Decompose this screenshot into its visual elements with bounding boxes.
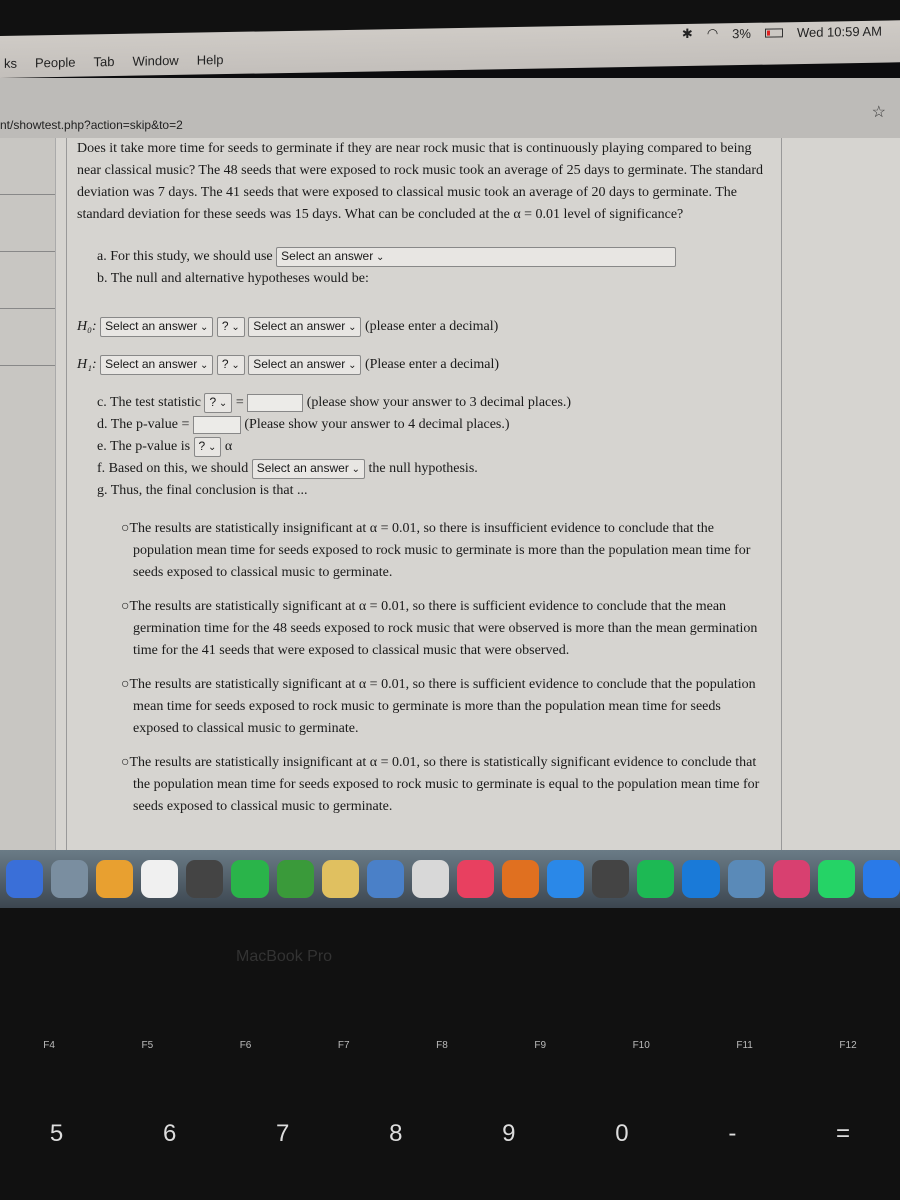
study-type-select[interactable]: Select an answer bbox=[276, 246, 677, 267]
h0-param-select[interactable]: Select an answer bbox=[100, 316, 214, 337]
h1-label: H₁: bbox=[77, 357, 97, 372]
option-text: The results are statistically insignific… bbox=[129, 755, 760, 814]
h0-value-select[interactable]: Select an answer bbox=[248, 316, 362, 337]
menu-people[interactable]: People bbox=[35, 55, 75, 71]
question-sidebar bbox=[0, 138, 56, 850]
part-e-label: e. The p-value is bbox=[97, 439, 191, 454]
h0-label: H₀: bbox=[77, 319, 97, 334]
equals-sign: = bbox=[235, 395, 244, 410]
bluetooth-icon[interactable]: ✱ bbox=[682, 26, 693, 42]
keyboard-key: F11 bbox=[736, 1040, 753, 1051]
keyboard-key: F6 bbox=[239, 1040, 252, 1051]
keyboard-key: - bbox=[728, 1120, 737, 1147]
dock-app-icon[interactable] bbox=[186, 860, 224, 898]
laptop-brand: MacBook Pro bbox=[236, 948, 333, 965]
keyboard-key: 6 bbox=[162, 1120, 177, 1147]
menu-help[interactable]: Help bbox=[197, 52, 224, 67]
wifi-icon[interactable]: ◠ bbox=[707, 25, 718, 41]
keyboard-key: 9 bbox=[502, 1120, 516, 1147]
dock-app-icon[interactable] bbox=[727, 860, 765, 898]
dock-app-icon[interactable] bbox=[6, 860, 44, 898]
p-value-input[interactable] bbox=[192, 415, 241, 434]
h1-param-select[interactable]: Select an answer bbox=[100, 354, 214, 375]
conclusion-option[interactable]: ○The results are statistically insignifi… bbox=[77, 752, 771, 818]
decision-select[interactable]: Select an answer bbox=[251, 458, 365, 479]
conclusion-option[interactable]: ○The results are statistically significa… bbox=[77, 596, 771, 662]
h1-operator-select[interactable]: ? bbox=[216, 354, 245, 375]
dock bbox=[0, 850, 900, 908]
keyboard-key: F9 bbox=[534, 1040, 547, 1051]
h1-value-select[interactable]: Select an answer bbox=[248, 354, 362, 375]
h0-note: (please enter a decimal) bbox=[364, 319, 499, 334]
keyboard-key: 5 bbox=[49, 1120, 64, 1147]
part-d-label: d. The p-value = bbox=[97, 417, 190, 432]
dock-app-icon[interactable] bbox=[547, 860, 585, 898]
number-keys: 5 6 7 8 9 0 - = bbox=[0, 1120, 900, 1148]
dock-app-icon[interactable] bbox=[862, 860, 900, 898]
part-f-label: f. Based on this, we should bbox=[97, 461, 249, 476]
dock-app-icon[interactable] bbox=[411, 860, 449, 898]
page: Does it take more time for seeds to germ… bbox=[0, 138, 900, 850]
test-statistic-input[interactable] bbox=[247, 393, 304, 412]
keyboard-key: F12 bbox=[839, 1040, 857, 1051]
keyboard-key: = bbox=[836, 1120, 851, 1147]
keyboard-key: F4 bbox=[43, 1040, 55, 1051]
part-d-note: (Please show your answer to 4 decimal pl… bbox=[244, 417, 510, 432]
keyboard-key: F8 bbox=[436, 1040, 448, 1051]
dock-app-icon[interactable] bbox=[637, 860, 675, 898]
menu-window[interactable]: Window bbox=[132, 53, 178, 69]
keyboard-key: 0 bbox=[615, 1120, 629, 1147]
dock-app-icon[interactable] bbox=[276, 860, 314, 898]
conclusion-option[interactable]: ○The results are statistically significa… bbox=[77, 674, 771, 740]
part-b-label: b. The null and alternative hypotheses w… bbox=[97, 271, 369, 286]
option-text: The results are statistically insignific… bbox=[129, 521, 751, 580]
part-c-label: c. The test statistic bbox=[97, 395, 201, 410]
question-panel: Does it take more time for seeds to germ… bbox=[66, 138, 782, 850]
keyboard-key: F5 bbox=[141, 1040, 154, 1051]
option-text: The results are statistically significan… bbox=[129, 677, 756, 736]
conclusion-option[interactable]: ○The results are statistically insignifi… bbox=[77, 518, 771, 584]
dock-app-icon[interactable] bbox=[502, 860, 540, 898]
bookmark-star-icon[interactable]: ☆ bbox=[872, 102, 886, 122]
battery-icon[interactable] bbox=[764, 27, 783, 38]
dock-app-icon[interactable] bbox=[456, 860, 495, 898]
dock-app-icon[interactable] bbox=[96, 860, 134, 898]
option-text: The results are statistically significan… bbox=[129, 599, 758, 658]
menu-tab[interactable]: Tab bbox=[93, 54, 114, 69]
address-bar[interactable]: nt/showtest.php?action=skip&to=2 bbox=[0, 118, 183, 132]
keyboard-key: F10 bbox=[632, 1040, 650, 1051]
part-a-label: a. For this study, we should use bbox=[97, 249, 273, 264]
alpha-symbol: α bbox=[224, 439, 233, 454]
dock-app-icon[interactable] bbox=[231, 860, 269, 898]
h1-note: (Please enter a decimal) bbox=[364, 357, 500, 372]
dock-app-icon[interactable] bbox=[682, 860, 720, 898]
clock[interactable]: Wed 10:59 AM bbox=[797, 23, 882, 39]
question-text: Does it take more time for seeds to germ… bbox=[77, 141, 764, 222]
dock-app-icon[interactable] bbox=[592, 860, 630, 898]
part-c-note: (please show your answer to 3 decimal pl… bbox=[306, 395, 572, 410]
keyboard-area: MacBook Pro bbox=[0, 908, 900, 1200]
keyboard-key: 7 bbox=[276, 1120, 290, 1147]
dock-app-icon[interactable] bbox=[141, 860, 179, 898]
menu-bookmarks[interactable]: ks bbox=[4, 56, 17, 71]
dock-app-icon[interactable] bbox=[321, 860, 359, 898]
battery-percent: 3% bbox=[732, 25, 751, 41]
dock-app-icon[interactable] bbox=[51, 860, 89, 898]
function-keys: F4 F5 F6 F7 F8 F9 F10 F11 F12 bbox=[0, 1040, 900, 1051]
part-f-after: the null hypothesis. bbox=[368, 461, 478, 476]
p-value-compare-select[interactable]: ? bbox=[193, 436, 222, 457]
dock-app-icon[interactable] bbox=[817, 860, 855, 898]
keyboard-key: F7 bbox=[337, 1040, 350, 1051]
keyboard-key: 8 bbox=[389, 1120, 403, 1147]
dock-app-icon[interactable] bbox=[366, 860, 404, 898]
part-g-label: g. Thus, the final conclusion is that ..… bbox=[97, 483, 308, 498]
h0-operator-select[interactable]: ? bbox=[216, 316, 245, 337]
dock-app-icon[interactable] bbox=[772, 860, 810, 898]
test-statistic-select[interactable]: ? bbox=[204, 392, 233, 413]
